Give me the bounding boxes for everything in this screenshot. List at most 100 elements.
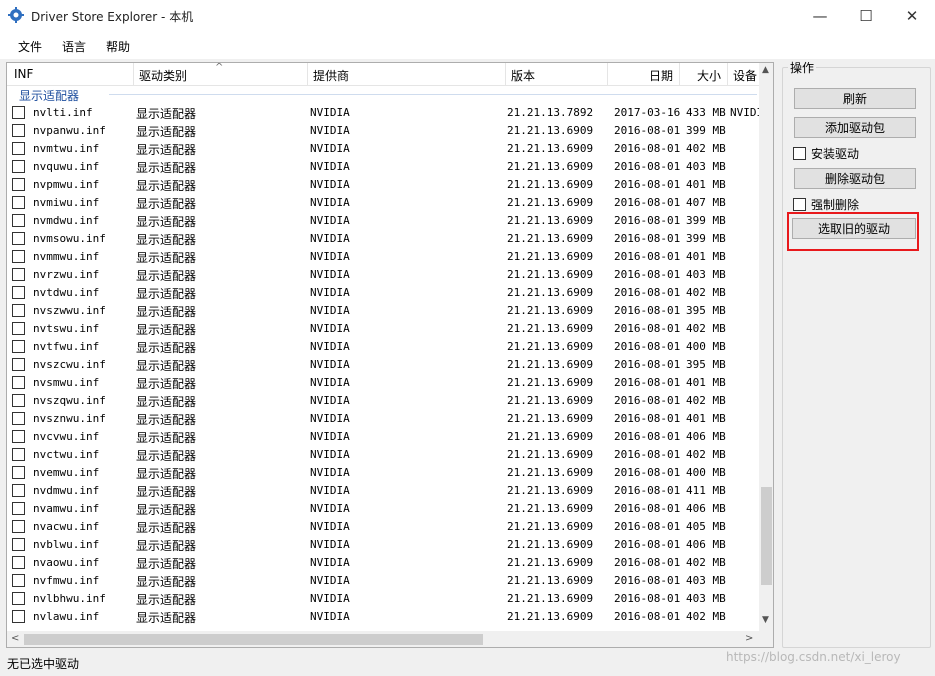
date-cell: 2016-08-01 <box>614 610 681 623</box>
provider-cell: NVIDIA <box>310 196 350 209</box>
table-row[interactable]: nvtswu.inf 显示适配器 NVIDIA 21.21.13.6909 2016-0… <box>7 320 759 338</box>
row-checkbox[interactable] <box>12 592 25 605</box>
close-button[interactable]: ✕ <box>889 0 935 31</box>
operations-title: 操作 <box>788 59 817 76</box>
column-version[interactable]: 版本 <box>511 67 535 84</box>
row-checkbox[interactable] <box>12 250 25 263</box>
table-row[interactable]: nvblwu.inf 显示适配器 NVIDIA 21.21.13.6909 2016-0… <box>7 536 759 554</box>
refresh-button[interactable]: 刷新 <box>794 88 916 109</box>
row-checkbox[interactable] <box>12 466 25 479</box>
delete-package-button[interactable]: 删除驱动包 <box>794 168 916 189</box>
scroll-up-icon[interactable]: ▲ <box>762 65 769 75</box>
table-row[interactable]: nvtfwu.inf 显示适配器 NVIDIA 21.21.13.6909 2016-0… <box>7 338 759 356</box>
checkbox-box[interactable] <box>793 198 806 211</box>
table-row[interactable]: nvsmwu.inf 显示适配器 NVIDIA 21.21.13.6909 2016-0… <box>7 374 759 392</box>
row-checkbox[interactable] <box>12 232 25 245</box>
table-row[interactable]: nvmiwu.inf 显示适配器 NVIDIA 21.21.13.6909 2016-0… <box>7 194 759 212</box>
date-cell: 2016-08-01 <box>614 574 681 587</box>
menu-file[interactable]: 文件 <box>18 38 42 55</box>
checkbox-box[interactable] <box>793 147 806 160</box>
row-checkbox[interactable] <box>12 448 25 461</box>
row-checkbox[interactable] <box>12 196 25 209</box>
column-device[interactable]: 设备 <box>733 67 757 84</box>
row-checkbox[interactable] <box>12 358 25 371</box>
table-row[interactable]: nvemwu.inf 显示适配器 NVIDIA 21.21.13.6909 2016-0… <box>7 464 759 482</box>
vertical-scroll-thumb[interactable] <box>761 487 772 585</box>
row-checkbox[interactable] <box>12 160 25 173</box>
table-row[interactable]: nvfmwu.inf 显示适配器 NVIDIA 21.21.13.6909 2016-0… <box>7 572 759 590</box>
table-row[interactable]: nvcvwu.inf 显示适配器 NVIDIA 21.21.13.6909 2016-0… <box>7 428 759 446</box>
inf-cell: nvlbhwu.inf <box>33 592 106 605</box>
table-row[interactable]: nvszwwu.inf 显示适配器 NVIDIA 21.21.13.6909 2016-… <box>7 302 759 320</box>
row-checkbox[interactable] <box>12 124 25 137</box>
row-checkbox[interactable] <box>12 304 25 317</box>
table-row[interactable]: nvszqwu.inf 显示适配器 NVIDIA 21.21.13.6909 2016-… <box>7 392 759 410</box>
row-checkbox[interactable] <box>12 520 25 533</box>
column-size[interactable]: 大小 <box>697 67 721 84</box>
vertical-scrollbar[interactable]: ▲ ▼ <box>759 63 773 631</box>
table-row[interactable]: nvsznwu.inf 显示适配器 NVIDIA 21.21.13.6909 2016-… <box>7 410 759 428</box>
version-cell: 21.21.13.6909 <box>507 556 594 569</box>
add-package-button[interactable]: 添加驱动包 <box>794 117 916 138</box>
row-checkbox[interactable] <box>12 484 25 497</box>
table-row[interactable]: nvpanwu.inf 显示适配器 NVIDIA 21.21.13.6909 2016-… <box>7 122 759 140</box>
table-row[interactable]: nvctwu.inf 显示适配器 NVIDIA 21.21.13.6909 2016-0… <box>7 446 759 464</box>
driver-list[interactable]: INF 驱动类别 ^ 提供商 版本 日期 大小 设备 显示适配器 nvlti.i… <box>6 62 774 648</box>
horizontal-scrollbar[interactable]: < > <box>7 631 759 647</box>
class-cell: 显示适配器 <box>136 503 197 517</box>
row-checkbox[interactable] <box>12 178 25 191</box>
row-checkbox[interactable] <box>12 322 25 335</box>
inf-cell: nvlti.inf <box>33 106 93 119</box>
row-checkbox[interactable] <box>12 502 25 515</box>
table-row[interactable]: nvdmwu.inf 显示适配器 NVIDIA 21.21.13.6909 2016-0… <box>7 482 759 500</box>
menu-help[interactable]: 帮助 <box>106 38 130 55</box>
table-row[interactable]: nvamwu.inf 显示适配器 NVIDIA 21.21.13.6909 2016-0… <box>7 500 759 518</box>
table-row[interactable]: nvmmwu.inf 显示适配器 NVIDIA 21.21.13.6909 2016-0… <box>7 248 759 266</box>
install-driver-checkbox[interactable]: 安装驱动 <box>793 145 859 162</box>
table-row[interactable]: nvlawu.inf 显示适配器 NVIDIA 21.21.13.6909 2016-0… <box>7 608 759 626</box>
row-checkbox[interactable] <box>12 376 25 389</box>
table-row[interactable]: nvpmwu.inf 显示适配器 NVIDIA 21.21.13.6909 2016-0… <box>7 176 759 194</box>
row-checkbox[interactable] <box>12 340 25 353</box>
column-provider[interactable]: 提供商 <box>313 67 349 84</box>
scroll-down-icon[interactable]: ▼ <box>762 615 769 625</box>
force-delete-checkbox[interactable]: 强制删除 <box>793 196 859 213</box>
horizontal-scroll-thumb[interactable] <box>24 634 483 645</box>
column-class[interactable]: 驱动类别 <box>139 67 187 84</box>
table-row[interactable]: nvlti.inf 显示适配器 NVIDIA 21.21.13.7892 2017-03… <box>7 104 763 122</box>
row-checkbox[interactable] <box>12 538 25 551</box>
scroll-left-icon[interactable]: < <box>11 633 19 644</box>
table-row[interactable]: nvmtwu.inf 显示适配器 NVIDIA 21.21.13.6909 2016-0… <box>7 140 759 158</box>
row-checkbox[interactable] <box>12 412 25 425</box>
version-cell: 21.21.13.6909 <box>507 250 594 263</box>
table-row[interactable]: nvacwu.inf 显示适配器 NVIDIA 21.21.13.6909 2016-0… <box>7 518 759 536</box>
date-cell: 2016-08-01 <box>614 502 681 515</box>
table-row[interactable]: nvtdwu.inf 显示适配器 NVIDIA 21.21.13.6909 2016-0… <box>7 284 759 302</box>
provider-cell: NVIDIA <box>310 106 350 119</box>
row-checkbox[interactable] <box>12 430 25 443</box>
minimize-button[interactable]: — <box>797 0 843 31</box>
row-checkbox[interactable] <box>12 142 25 155</box>
row-checkbox[interactable] <box>12 268 25 281</box>
table-row[interactable]: nvaowu.inf 显示适配器 NVIDIA 21.21.13.6909 2016-0… <box>7 554 759 572</box>
table-row[interactable]: nvquwu.inf 显示适配器 NVIDIA 21.21.13.6909 2016-0… <box>7 158 759 176</box>
table-row[interactable]: nvrzwu.inf 显示适配器 NVIDIA 21.21.13.6909 2016-0… <box>7 266 759 284</box>
menu-language[interactable]: 语言 <box>62 38 86 55</box>
scroll-right-icon[interactable]: > <box>745 633 753 644</box>
version-cell: 21.21.13.6909 <box>507 502 594 515</box>
table-row[interactable]: nvmdwu.inf 显示适配器 NVIDIA 21.21.13.6909 2016-0… <box>7 212 759 230</box>
column-inf[interactable]: INF <box>14 67 33 81</box>
row-checkbox[interactable] <box>12 214 25 227</box>
row-checkbox[interactable] <box>12 286 25 299</box>
size-cell: 401 MB <box>686 412 726 425</box>
row-checkbox[interactable] <box>12 610 25 623</box>
row-checkbox[interactable] <box>12 394 25 407</box>
column-date[interactable]: 日期 <box>649 67 673 84</box>
table-row[interactable]: nvlbhwu.inf 显示适配器 NVIDIA 21.21.13.6909 2016-… <box>7 590 759 608</box>
row-checkbox[interactable] <box>12 106 25 119</box>
table-row[interactable]: nvmsowu.inf 显示适配器 NVIDIA 21.21.13.6909 2016-… <box>7 230 759 248</box>
maximize-button[interactable]: ☐ <box>843 0 889 31</box>
row-checkbox[interactable] <box>12 556 25 569</box>
row-checkbox[interactable] <box>12 574 25 587</box>
table-row[interactable]: nvszcwu.inf 显示适配器 NVIDIA 21.21.13.6909 2016-… <box>7 356 759 374</box>
